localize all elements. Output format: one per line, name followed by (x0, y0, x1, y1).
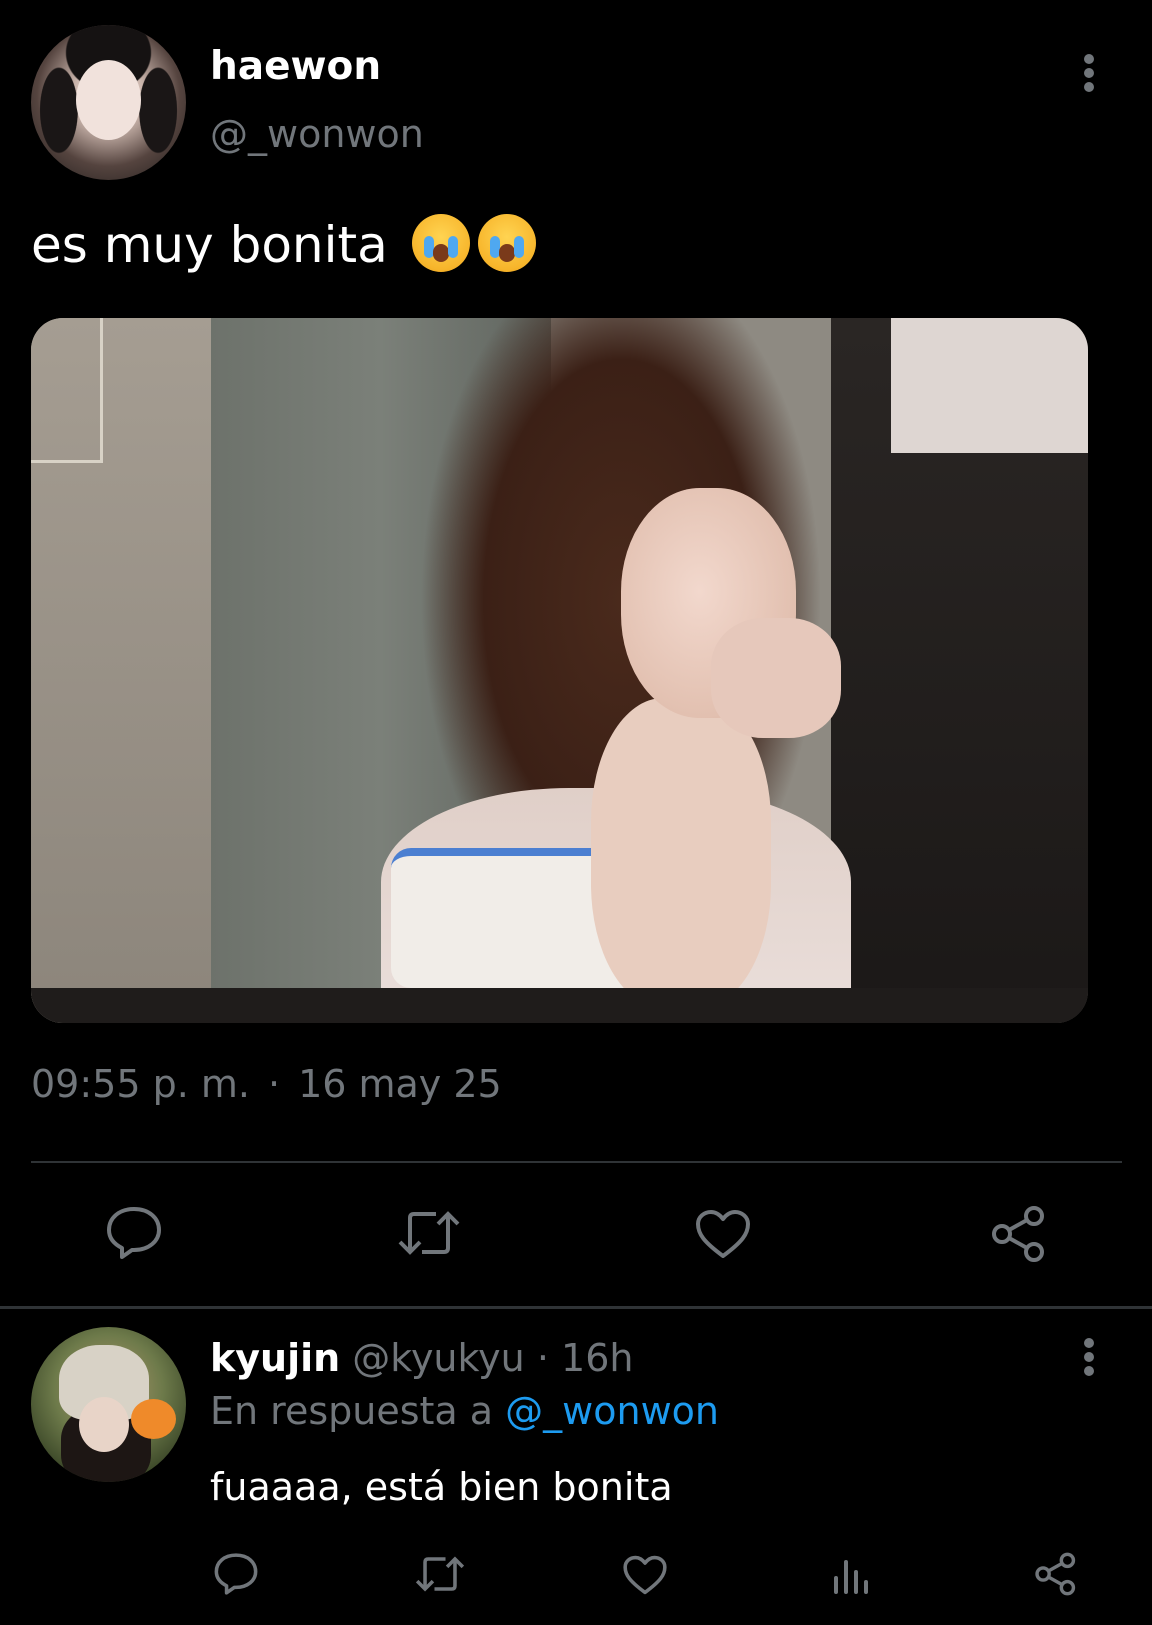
more-options-icon[interactable] (1079, 54, 1099, 98)
author-avatar[interactable] (31, 25, 186, 180)
tweet-text: es muy bonita (31, 214, 536, 274)
reply-author-name[interactable]: kyujin (210, 1336, 340, 1380)
reply-age: 16h (561, 1336, 634, 1380)
tweet-time: 09:55 p. m. (31, 1062, 250, 1106)
views-icon[interactable] (832, 1556, 870, 1594)
tweet-date: 16 may 25 (298, 1062, 502, 1106)
author-name[interactable]: haewon (210, 44, 381, 89)
reply-header: kyujin @kyukyu · 16h (210, 1336, 633, 1380)
reply-author-handle[interactable]: @kyukyu (352, 1336, 524, 1380)
reply-author-avatar[interactable] (31, 1327, 186, 1482)
in-reply-to-mention[interactable]: @_wonwon (505, 1389, 719, 1433)
reply-text: fuaaaa, está bien bonita (210, 1465, 673, 1509)
avatar-face (76, 60, 141, 140)
author-handle[interactable]: @_wonwon (210, 112, 424, 156)
divider (31, 1161, 1122, 1163)
share-icon[interactable] (990, 1205, 1048, 1263)
share-icon[interactable] (1034, 1552, 1078, 1596)
tweet-text-content: es muy bonita (31, 216, 388, 274)
tweet-timestamp: 09:55 p. m. · 16 may 25 (31, 1062, 502, 1106)
retweet-icon[interactable] (396, 1208, 462, 1258)
tweet-detail-page: haewon @_wonwon es muy bonita 09:55 p. m… (0, 0, 1152, 1625)
in-reply-to-prefix: En respuesta a (210, 1389, 494, 1433)
timestamp-separator: · (267, 1062, 281, 1106)
reply-more-options-icon[interactable] (1079, 1338, 1099, 1382)
tweet-photo[interactable] (31, 318, 1088, 1023)
retweet-icon[interactable] (414, 1554, 466, 1594)
in-reply-to: En respuesta a @_wonwon (210, 1389, 719, 1433)
reply-icon[interactable] (105, 1205, 163, 1261)
loudly-crying-face-icon (411, 214, 470, 272)
main-tweet: haewon @_wonwon es muy bonita 09:55 p. m… (0, 0, 1152, 1306)
section-divider (0, 1306, 1152, 1309)
reply-meta-separator: · (536, 1336, 549, 1380)
reply-icon[interactable] (213, 1552, 259, 1596)
like-icon[interactable] (694, 1208, 752, 1260)
loudly-crying-face-icon (477, 214, 536, 272)
like-icon[interactable] (622, 1554, 668, 1596)
